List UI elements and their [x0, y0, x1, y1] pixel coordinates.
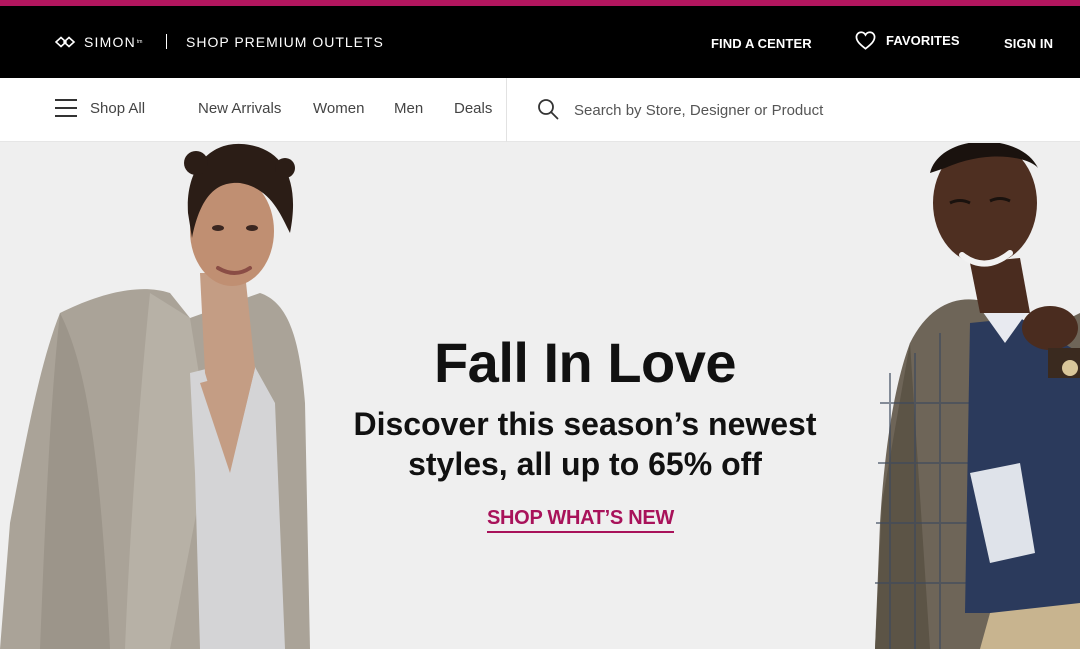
hero-subtitle-line-1: Discover this season’s newest [353, 406, 817, 442]
find-a-center-link[interactable]: FIND A CENTER [711, 36, 812, 51]
hero-banner[interactable]: Fall In Love Discover this season’s newe… [0, 143, 1080, 649]
nav-item-women[interactable]: Women [313, 100, 364, 117]
hero-model-woman-image [0, 143, 310, 649]
trademark-mark: tm [136, 39, 143, 45]
simon-logo[interactable]: SIMON tm [55, 34, 142, 50]
sign-in-link[interactable]: SIGN IN [1004, 36, 1053, 51]
hero-model-man-image [875, 143, 1080, 649]
nav-divider [506, 78, 507, 142]
nav-item-men[interactable]: Men [394, 100, 423, 117]
nav-item-new-arrivals[interactable]: New Arrivals [198, 100, 281, 117]
search-input[interactable] [574, 99, 1054, 121]
main-navigation: Shop All New Arrivals Women Men Deals [0, 78, 1080, 142]
site-header: SIMON tm SHOP PREMIUM OUTLETS FIND A CEN… [0, 6, 1080, 78]
hero-subtitle: Discover this season’s newest styles, al… [330, 404, 840, 484]
logo-divider [166, 34, 167, 49]
heart-icon [855, 31, 876, 50]
brand-name: SIMON [84, 34, 136, 50]
nav-item-deals[interactable]: Deals [454, 100, 492, 117]
hero-subtitle-line-2: styles, all up to 65% off [408, 446, 762, 482]
shop-whats-new-link[interactable]: SHOP WHAT’S NEW [487, 507, 674, 533]
hero-title: Fall In Love [433, 331, 737, 394]
hamburger-menu-icon[interactable] [55, 97, 77, 119]
favorites-link[interactable]: FAVORITES [855, 31, 960, 50]
search-icon[interactable] [537, 98, 559, 120]
favorites-label: FAVORITES [886, 33, 960, 48]
shop-all-menu[interactable]: Shop All [90, 100, 145, 117]
shop-premium-outlets-tagline[interactable]: SHOP PREMIUM OUTLETS [186, 34, 384, 50]
simon-logo-icon [55, 36, 76, 48]
